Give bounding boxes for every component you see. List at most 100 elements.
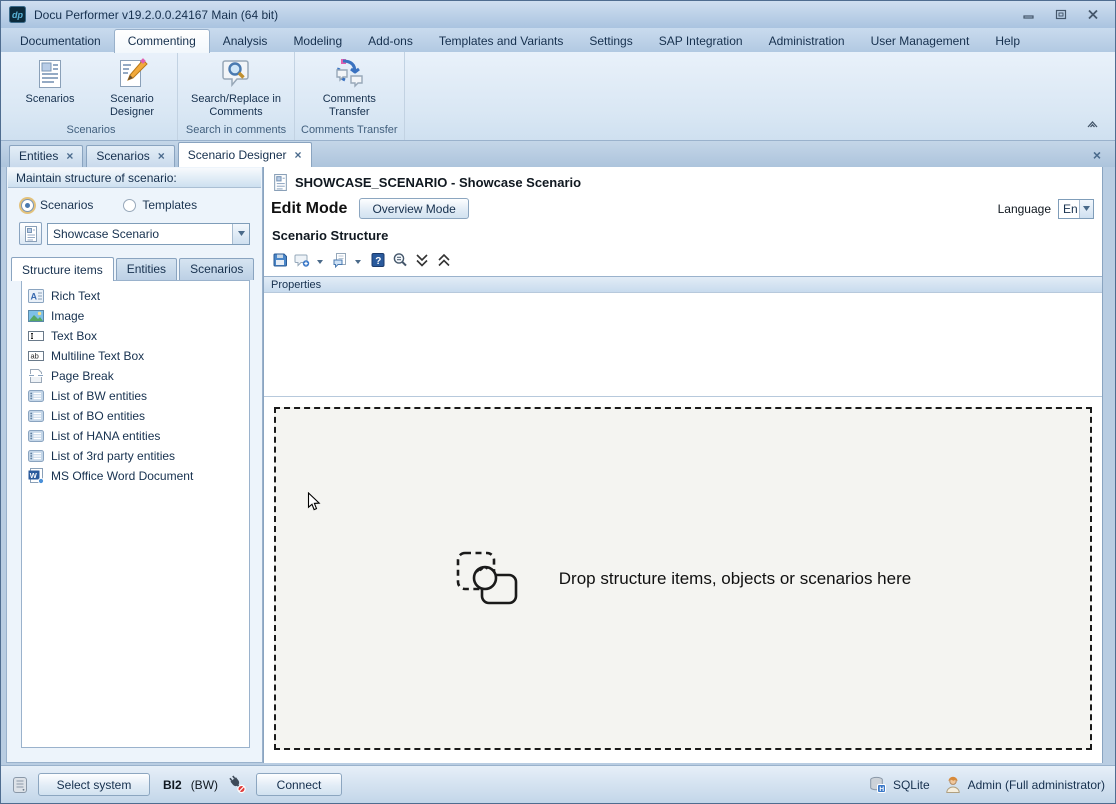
tab-scenario-designer[interactable]: Scenario Designer × (178, 142, 312, 167)
chevron-down-icon[interactable] (1079, 200, 1093, 218)
overview-mode-button[interactable]: Overview Mode (359, 198, 468, 219)
menu-add-ons[interactable]: Add-ons (355, 30, 426, 52)
close-tab-icon[interactable]: × (158, 151, 165, 161)
sidebar-header: Maintain structure of scenario: (8, 168, 261, 188)
radio-scenarios[interactable]: Scenarios (21, 198, 93, 212)
drop-zone-message: Drop structure items, objects or scenari… (559, 569, 911, 589)
system-icon (11, 776, 29, 794)
close-pane-icon[interactable]: × (1093, 147, 1107, 167)
tab-sidebar-entities[interactable]: Entities (116, 258, 177, 280)
structure-items-list: A Rich Text Image (21, 280, 250, 748)
word-document-icon: W (28, 468, 44, 484)
scenarios-icon (34, 58, 66, 90)
app-logo-icon: dp (9, 6, 26, 23)
entity-list-icon (28, 428, 44, 444)
scenario-designer-icon (116, 58, 148, 90)
list-item[interactable]: List of HANA entities (22, 426, 249, 446)
menu-commenting[interactable]: Commenting (114, 29, 210, 53)
database-label: SQLite (893, 778, 930, 792)
minimize-icon[interactable] (1021, 8, 1037, 21)
entity-list-icon (28, 388, 44, 404)
text-box-icon (28, 328, 44, 344)
language-select[interactable]: En (1058, 199, 1094, 219)
svg-text:ab: ab (31, 352, 39, 361)
tab-sidebar-scenarios[interactable]: Scenarios (179, 258, 254, 280)
list-item[interactable]: Page Break (22, 366, 249, 386)
list-item[interactable]: List of BW entities (22, 386, 249, 406)
menu-documentation[interactable]: Documentation (7, 30, 114, 52)
list-item[interactable]: W MS Office Word Document (22, 466, 249, 486)
page-break-icon (28, 368, 44, 384)
search-replace-comments-button[interactable]: Search/Replace in Comments (184, 56, 288, 121)
scenario-select-row: Showcase Scenario (19, 222, 250, 245)
drop-target-icon (455, 550, 519, 608)
menu-settings[interactable]: Settings (576, 30, 645, 52)
drop-zone[interactable]: Drop structure items, objects or scenari… (274, 407, 1092, 750)
radio-selected-icon[interactable] (21, 199, 34, 212)
scenario-doc-icon (273, 174, 288, 191)
tab-structure-items[interactable]: Structure items (11, 257, 114, 281)
scenario-select[interactable]: Showcase Scenario (47, 223, 250, 245)
zoom-icon[interactable] (392, 252, 408, 268)
menu-analysis[interactable]: Analysis (210, 30, 281, 52)
title-bar: dp Docu Performer v19.2.0.0.24167 Main (… (1, 1, 1115, 28)
list-item[interactable]: Text Box (22, 326, 249, 346)
sidebar-tabs: Structure items Entities Scenarios (11, 257, 262, 280)
menu-help[interactable]: Help (982, 30, 1033, 52)
document-tab-bar: Entities × Scenarios × Scenario Designer… (1, 141, 1115, 167)
tab-entities[interactable]: Entities × (9, 145, 83, 167)
menu-sap-integration[interactable]: SAP Integration (646, 30, 756, 52)
select-system-button[interactable]: Select system (38, 773, 150, 796)
scenario-doc-icon[interactable] (19, 222, 42, 245)
system-type: (BW) (191, 778, 218, 792)
window-title: Docu Performer v19.2.0.0.24167 Main (64 … (34, 8, 278, 22)
chevron-down-icon[interactable] (355, 251, 361, 269)
maximize-icon[interactable] (1053, 8, 1069, 21)
content-area: Maintain structure of scenario: Scenario… (1, 167, 1115, 765)
menu-modeling[interactable]: Modeling (280, 30, 355, 52)
search-replace-comments-icon (220, 58, 252, 90)
add-comment-icon[interactable] (294, 252, 310, 268)
tab-scenarios[interactable]: Scenarios × (86, 145, 174, 167)
comments-transfer-button[interactable]: Comments Transfer (310, 56, 388, 121)
chevron-down-icon[interactable] (317, 251, 323, 269)
rich-text-icon: A (28, 288, 44, 304)
scenario-designer-button[interactable]: Scenario Designer (93, 56, 171, 121)
ribbon: Scenarios Scenario Designer (1, 52, 1115, 141)
language-value: En (1059, 202, 1079, 216)
close-tab-icon[interactable]: × (66, 151, 73, 161)
ribbon-group-comments-transfer: Comments Transfer Comments Transfer (295, 52, 405, 140)
page-title: SHOWCASE_SCENARIO - Showcase Scenario (295, 175, 581, 190)
list-item[interactable]: List of BO entities (22, 406, 249, 426)
list-item[interactable]: ab Multiline Text Box (22, 346, 249, 366)
language-label: Language (998, 202, 1051, 216)
radio-templates[interactable]: Templates (123, 198, 197, 212)
menu-bar: Documentation Commenting Analysis Modeli… (1, 28, 1115, 52)
scenario-type-radios: Scenarios Templates (21, 198, 262, 212)
connect-button[interactable]: Connect (256, 773, 342, 796)
collapse-ribbon-icon[interactable] (1086, 115, 1099, 133)
menu-templates-variants[interactable]: Templates and Variants (426, 30, 577, 52)
user-label: Admin (Full administrator) (968, 778, 1105, 792)
collapse-all-icon[interactable] (436, 252, 452, 268)
close-tab-icon[interactable]: × (294, 150, 301, 160)
image-icon (28, 308, 44, 324)
ribbon-group-scenarios: Scenarios Scenario Designer (5, 52, 178, 140)
menu-user-management[interactable]: User Management (858, 30, 983, 52)
radio-unselected-icon[interactable] (123, 199, 136, 212)
close-icon[interactable] (1085, 8, 1101, 21)
status-bar: Select system BI2 (BW) Connect H SQLite (1, 765, 1115, 803)
ribbon-group-label: Comments Transfer (301, 122, 398, 139)
help-icon[interactable]: ? (370, 252, 386, 268)
save-icon[interactable] (272, 252, 288, 268)
entity-list-icon (28, 408, 44, 424)
expand-all-icon[interactable] (414, 252, 430, 268)
scenarios-button[interactable]: Scenarios (11, 56, 89, 108)
list-item[interactable]: Image (22, 306, 249, 326)
copy-structure-icon[interactable] (332, 252, 348, 268)
list-item[interactable]: List of 3rd party entities (22, 446, 249, 466)
chevron-down-icon[interactable] (232, 224, 249, 244)
menu-administration[interactable]: Administration (756, 30, 858, 52)
list-item[interactable]: A Rich Text (22, 286, 249, 306)
svg-text:W: W (30, 471, 38, 480)
